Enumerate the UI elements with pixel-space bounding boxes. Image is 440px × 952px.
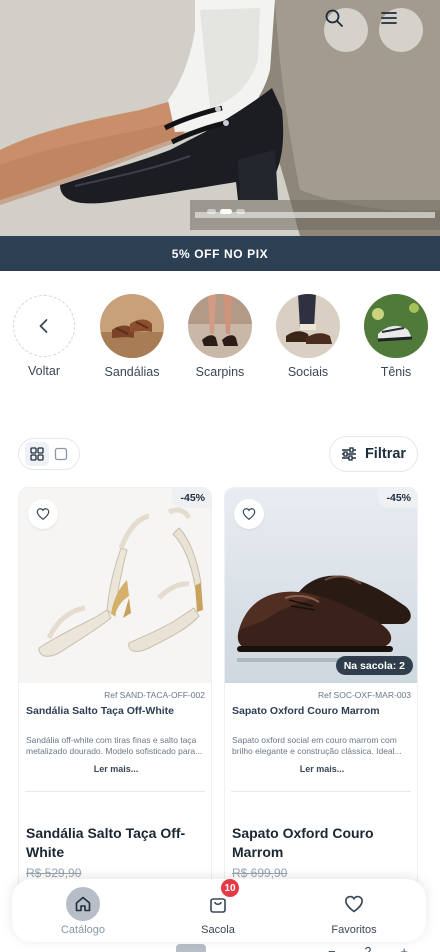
product-ref: Ref SAND-TACA-OFF-002 xyxy=(104,690,205,700)
discount-badge: -45% xyxy=(378,488,417,508)
search-button[interactable] xyxy=(324,8,368,52)
category-tenis[interactable]: Tênis xyxy=(356,294,436,379)
divider xyxy=(25,791,205,792)
product-ref: Ref SOC-OXF-MAR-003 xyxy=(317,690,411,700)
category-sociais[interactable]: Sociais xyxy=(268,294,348,379)
read-more-link[interactable]: Ler mais... xyxy=(19,764,211,774)
carousel-dots[interactable] xyxy=(207,209,245,214)
nav-label: Catálogo xyxy=(60,924,106,936)
chevron-left-icon xyxy=(39,319,48,333)
category-carousel[interactable]: Voltar Sandálias Scarpins Sociais Tênis xyxy=(0,294,440,384)
carousel-dot[interactable] xyxy=(236,209,245,214)
favorite-button[interactable] xyxy=(234,499,264,529)
category-label: Sociais xyxy=(287,365,329,379)
category-label: Scarpins xyxy=(195,365,245,379)
product-title[interactable]: Sandália Salto Taça Off-White xyxy=(26,824,206,862)
category-image xyxy=(188,294,252,358)
nav-label: Favoritos xyxy=(331,924,377,936)
old-price: R$ 529,90 xyxy=(26,866,82,880)
nav-catalogo[interactable]: Catálogo xyxy=(33,887,133,936)
filter-button[interactable]: Filtrar xyxy=(329,436,418,472)
divider xyxy=(231,791,411,792)
heart-icon xyxy=(242,508,256,521)
hero-banner[interactable] xyxy=(0,0,440,236)
category-image xyxy=(276,294,340,358)
search-icon xyxy=(325,9,343,27)
discount-badge: -45% xyxy=(172,488,211,508)
category-scarpins[interactable]: Scarpins xyxy=(180,294,260,379)
shopping-bag-icon xyxy=(210,898,226,913)
category-image xyxy=(364,294,428,358)
cart-count-badge: 10 xyxy=(221,879,239,897)
category-label: Sandálias xyxy=(104,365,160,379)
product-image[interactable]: -45% Na sacola: 2 xyxy=(225,488,417,683)
in-bag-tag: Na sacola: 2 xyxy=(335,656,413,675)
grid-icon xyxy=(30,447,44,461)
quantity-value: 2 xyxy=(364,944,372,952)
nav-icon-wrap xyxy=(66,887,100,921)
nav-label: Sacola xyxy=(201,924,235,936)
increment-button[interactable]: + xyxy=(400,944,408,952)
bottom-navigation: Catálogo 10 Sacola Favoritos xyxy=(12,879,426,942)
product-image[interactable]: -45% xyxy=(19,488,211,683)
product-title[interactable]: Sapato Oxford Couro Marrom xyxy=(232,824,412,862)
hero-image xyxy=(0,0,440,236)
favorite-button[interactable] xyxy=(28,499,58,529)
quantity-stepper-peek[interactable]: − 2 + xyxy=(328,944,408,952)
grid-view-button[interactable] xyxy=(25,442,49,466)
heart-icon xyxy=(36,508,50,521)
back-circle[interactable] xyxy=(13,295,75,357)
carousel-dot[interactable] xyxy=(207,209,216,214)
read-more-link[interactable]: Ler mais... xyxy=(225,764,417,774)
sliders-icon xyxy=(341,447,356,461)
category-label: Tênis xyxy=(380,365,412,379)
product-name[interactable]: Sapato Oxford Couro Marrom xyxy=(232,705,380,717)
category-back[interactable]: Voltar xyxy=(4,294,84,378)
category-image xyxy=(100,294,164,358)
old-price: R$ 699,90 xyxy=(232,866,288,880)
add-button-peek[interactable] xyxy=(176,944,206,952)
heart-icon xyxy=(345,895,363,913)
category-sandalias[interactable]: Sandálias xyxy=(92,294,172,379)
decrement-button[interactable]: − xyxy=(328,944,336,952)
nav-icon-wrap xyxy=(337,887,371,921)
nav-favoritos[interactable]: Favoritos xyxy=(304,887,404,936)
view-toggle[interactable] xyxy=(18,438,80,470)
filter-label: Filtrar xyxy=(364,446,407,462)
category-label: Voltar xyxy=(28,364,60,378)
promo-text: 5% OFF NO PIX xyxy=(171,246,269,261)
nav-sacola[interactable]: 10 Sacola xyxy=(168,879,268,936)
product-name[interactable]: Sandália Salto Taça Off-White xyxy=(26,705,174,717)
promo-banner: 5% OFF NO PIX xyxy=(0,236,440,271)
product-description: Sandália off-white com tiras finas e sal… xyxy=(26,735,203,756)
square-icon xyxy=(54,447,68,461)
single-view-button[interactable] xyxy=(49,442,73,466)
menu-icon xyxy=(381,12,397,24)
product-card[interactable]: -45% Na sacola: 2 Ref SOC-OXF-MAR-003 Sa… xyxy=(224,487,418,907)
home-icon xyxy=(75,896,91,912)
nav-icon-wrap: 10 xyxy=(201,879,239,921)
menu-button[interactable] xyxy=(379,8,423,52)
product-card[interactable]: -45% Ref SAND-TACA-OFF-002 Sandália Salt… xyxy=(18,487,212,907)
product-description: Sapato oxford social em couro marrom com… xyxy=(232,735,402,756)
carousel-dot-active[interactable] xyxy=(220,209,232,214)
